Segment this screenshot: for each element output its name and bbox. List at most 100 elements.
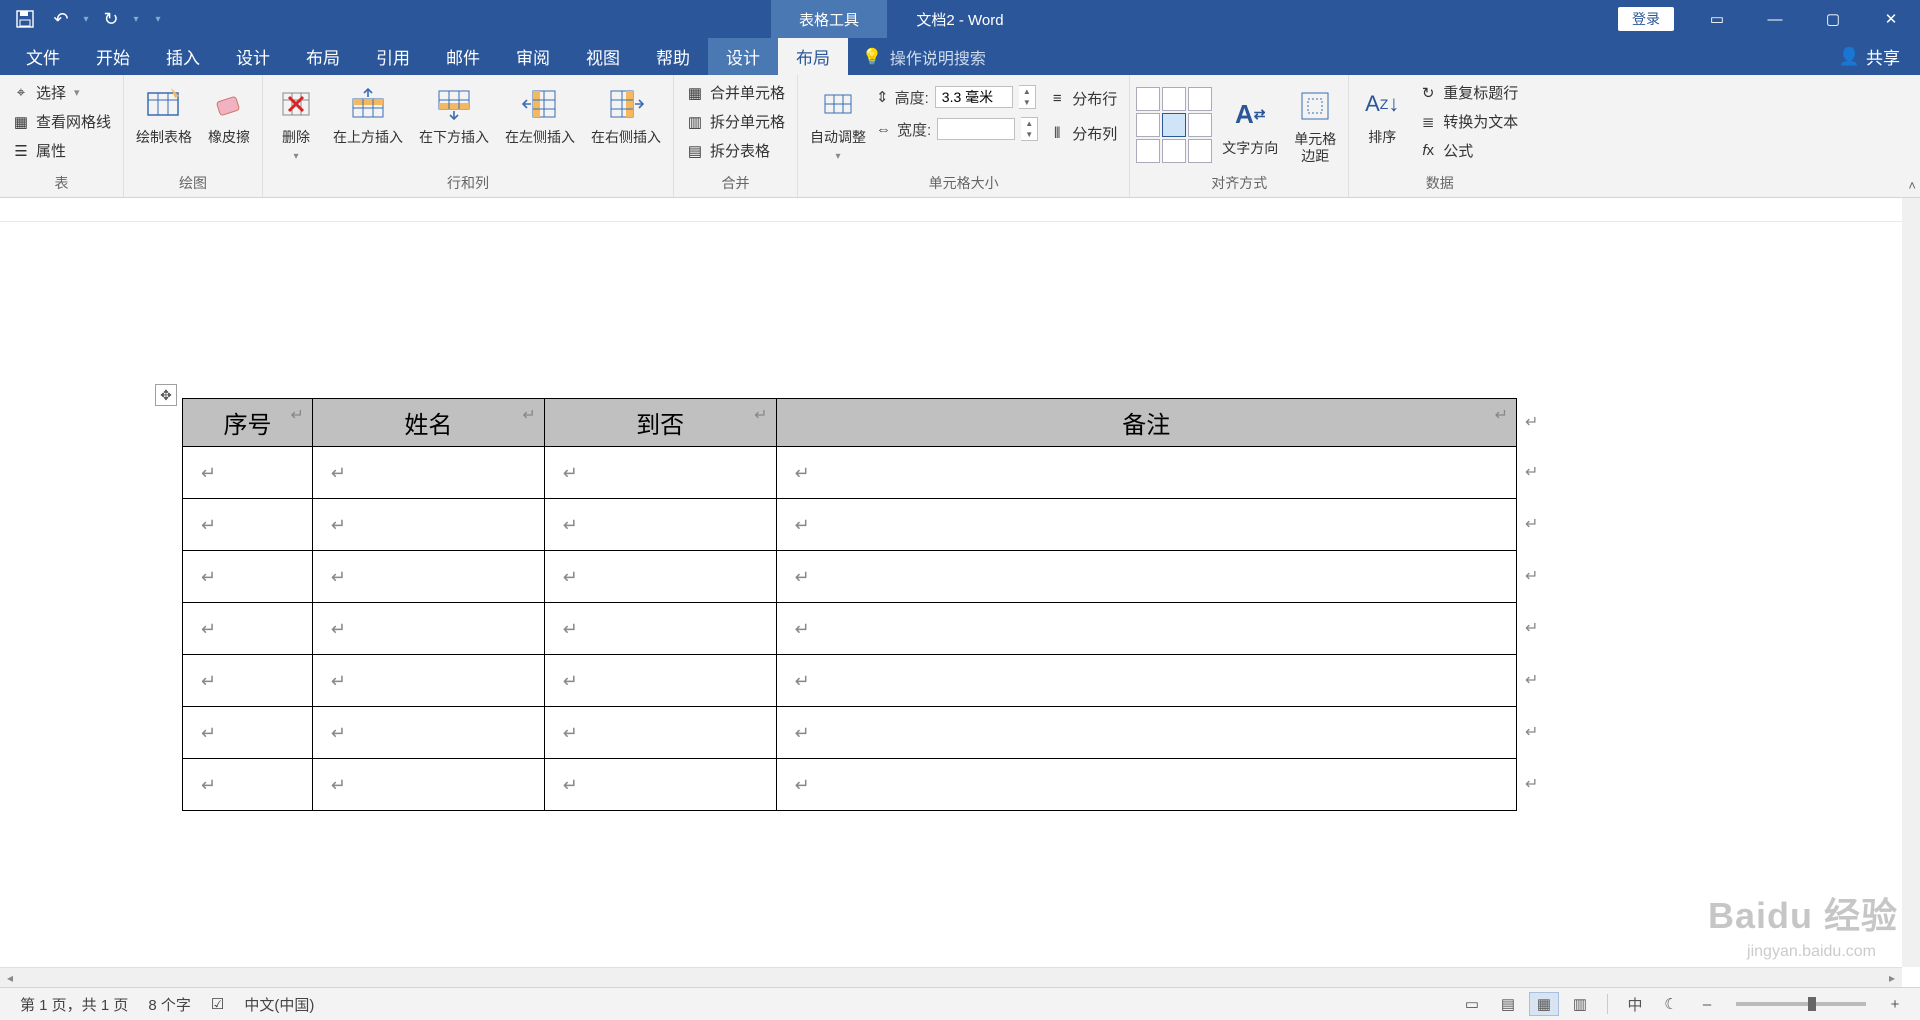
tab-references[interactable]: 引用 <box>358 38 428 75</box>
merge-cells-button[interactable]: ▦合并单元格 <box>680 79 791 106</box>
table-cell[interactable]: ↵ <box>183 707 313 759</box>
header-cell[interactable]: 到否↵ <box>544 399 776 447</box>
header-cell[interactable]: 序号↵ <box>183 399 313 447</box>
focus-mode-button[interactable]: ▭ <box>1457 992 1487 1016</box>
split-cells-button[interactable]: ▥拆分单元格 <box>680 108 791 135</box>
formula-button[interactable]: fx公式 <box>1413 137 1524 164</box>
document-table[interactable]: 序号↵ 姓名↵ 到否↵ 备注↵ ↵↵↵↵↵↵↵↵↵↵↵↵↵↵↵↵↵↵↵↵↵↵↵↵… <box>182 398 1517 811</box>
spinner-up[interactable]: ▲ <box>1019 86 1035 97</box>
tab-view[interactable]: 视图 <box>568 38 638 75</box>
qat-dropdown-icon[interactable]: ▾ <box>130 14 142 25</box>
table-cell[interactable]: ↵ <box>183 551 313 603</box>
table-cell[interactable]: ↵ <box>312 655 544 707</box>
table-row[interactable]: ↵↵↵↵ <box>183 655 1517 707</box>
table-cell[interactable]: ↵ <box>544 499 776 551</box>
scroll-left-icon[interactable]: ◂ <box>0 971 20 985</box>
insert-below-button[interactable]: 在下方插入 <box>413 79 495 150</box>
qat-customize-icon[interactable]: ▾ <box>152 14 164 25</box>
header-cell[interactable]: 姓名↵ <box>312 399 544 447</box>
horizontal-scrollbar[interactable]: ◂ ▸ <box>0 967 1902 987</box>
print-layout-button[interactable]: ▦ <box>1529 992 1559 1016</box>
table-cell[interactable]: ↵ <box>312 603 544 655</box>
align-mc[interactable] <box>1162 113 1186 137</box>
tab-mailings[interactable]: 邮件 <box>428 38 498 75</box>
table-row[interactable]: ↵↵↵↵ <box>183 447 1517 499</box>
minimize-button[interactable]: — <box>1746 0 1804 38</box>
table-cell[interactable]: ↵ <box>544 447 776 499</box>
undo-button[interactable]: ↶ <box>44 4 78 34</box>
text-direction-button[interactable]: A⇄ 文字方向 <box>1216 90 1284 161</box>
select-button[interactable]: ⌖选择▾ <box>6 79 117 106</box>
align-tc[interactable] <box>1162 87 1186 111</box>
table-cell[interactable]: ↵ <box>776 655 1516 707</box>
view-gridlines-button[interactable]: ▦查看网格线 <box>6 108 117 135</box>
table-cell[interactable]: ↵ <box>776 707 1516 759</box>
table-cell[interactable]: ↵ <box>183 603 313 655</box>
web-layout-button[interactable]: ▥ <box>1565 992 1595 1016</box>
tab-design[interactable]: 设计 <box>218 38 288 75</box>
table-cell[interactable]: ↵ <box>776 759 1516 811</box>
delete-button[interactable]: 删除▾ <box>269 79 323 167</box>
header-cell[interactable]: 备注↵ <box>776 399 1516 447</box>
collapse-ribbon-button[interactable]: ˄ <box>1908 178 1916 193</box>
tab-table-design[interactable]: 设计 <box>708 38 778 75</box>
login-button[interactable]: 登录 <box>1618 7 1674 31</box>
table-cell[interactable]: ↵ <box>183 447 313 499</box>
word-count[interactable]: 8 个字 <box>138 994 201 1015</box>
insert-right-button[interactable]: 在右侧插入 <box>585 79 667 150</box>
zoom-out-button[interactable]: – <box>1692 992 1722 1016</box>
autofit-button[interactable]: 自动调整▾ <box>804 79 872 167</box>
table-cell[interactable]: ↵ <box>312 551 544 603</box>
tab-insert[interactable]: 插入 <box>148 38 218 75</box>
sort-button[interactable]: AZ↓ 排序 <box>1355 79 1409 150</box>
align-tr[interactable] <box>1188 87 1212 111</box>
table-cell[interactable]: ↵ <box>312 759 544 811</box>
table-cell[interactable]: ↵ <box>544 759 776 811</box>
width-input[interactable] <box>937 118 1015 140</box>
table-cell[interactable]: ↵ <box>312 707 544 759</box>
align-bl[interactable] <box>1136 139 1160 163</box>
table-cell[interactable]: ↵ <box>312 499 544 551</box>
night-mode-button[interactable]: ☾ <box>1656 992 1686 1016</box>
tell-me-search[interactable]: 💡 操作说明搜索 <box>848 38 1000 75</box>
ime-button[interactable]: 中 <box>1620 992 1650 1016</box>
cell-margins-button[interactable]: 单元格 边距 <box>1288 81 1342 169</box>
align-br[interactable] <box>1188 139 1212 163</box>
table-row[interactable]: ↵↵↵↵ <box>183 499 1517 551</box>
tab-layout[interactable]: 布局 <box>288 38 358 75</box>
table-row[interactable]: ↵↵↵↵ <box>183 759 1517 811</box>
table-cell[interactable]: ↵ <box>544 707 776 759</box>
maximize-button[interactable]: ▢ <box>1804 0 1862 38</box>
height-input[interactable] <box>935 86 1013 108</box>
table-cell[interactable]: ↵ <box>776 499 1516 551</box>
table-cell[interactable]: ↵ <box>776 603 1516 655</box>
table-cell[interactable]: ↵ <box>776 447 1516 499</box>
zoom-slider[interactable] <box>1736 1002 1866 1006</box>
table-header-row[interactable]: 序号↵ 姓名↵ 到否↵ 备注↵ <box>183 399 1517 447</box>
spell-check-icon[interactable]: ☑ <box>201 995 234 1013</box>
convert-to-text-button[interactable]: ≣转换为文本 <box>1413 108 1524 135</box>
table-cell[interactable]: ↵ <box>312 447 544 499</box>
table-row[interactable]: ↵↵↵↵ <box>183 603 1517 655</box>
table-row[interactable]: ↵↵↵↵ <box>183 707 1517 759</box>
table-row[interactable]: ↵↵↵↵ <box>183 551 1517 603</box>
split-table-button[interactable]: ▤拆分表格 <box>680 137 791 164</box>
table-cell[interactable]: ↵ <box>544 655 776 707</box>
tab-file[interactable]: 文件 <box>8 38 78 75</box>
table-cell[interactable]: ↵ <box>183 759 313 811</box>
tab-table-layout[interactable]: 布局 <box>778 38 848 75</box>
scroll-right-icon[interactable]: ▸ <box>1882 971 1902 985</box>
table-cell[interactable]: ↵ <box>183 499 313 551</box>
horizontal-ruler[interactable] <box>0 198 1920 222</box>
tab-review[interactable]: 审阅 <box>498 38 568 75</box>
qat-dropdown-icon[interactable]: ▾ <box>80 14 92 25</box>
ribbon-display-button[interactable]: ▭ <box>1688 0 1746 38</box>
close-button[interactable]: ✕ <box>1862 0 1920 38</box>
table-cell[interactable]: ↵ <box>544 551 776 603</box>
insert-above-button[interactable]: 在上方插入 <box>327 79 409 150</box>
share-button[interactable]: 👤 共享 <box>1819 38 1920 75</box>
eraser-button[interactable]: 橡皮擦 <box>202 79 256 150</box>
spinner-up[interactable]: ▲ <box>1021 118 1037 129</box>
read-mode-button[interactable]: ▤ <box>1493 992 1523 1016</box>
distribute-rows-button[interactable]: ≡分布行 <box>1042 85 1123 112</box>
